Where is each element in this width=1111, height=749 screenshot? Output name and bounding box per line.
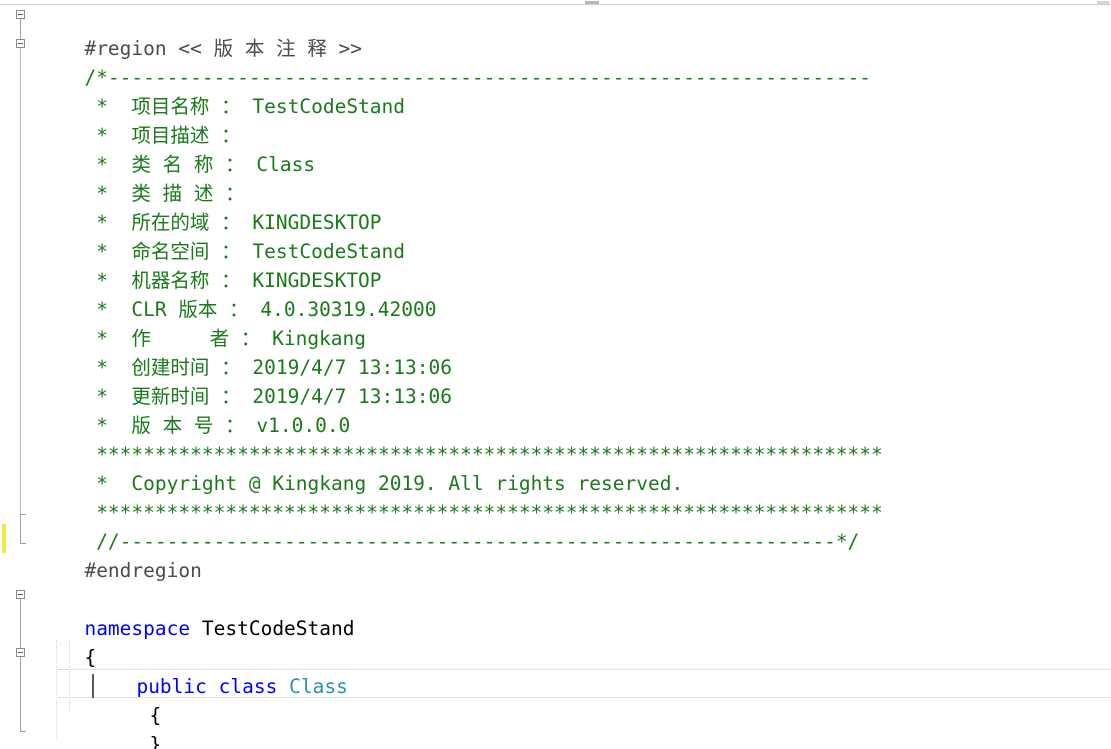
change-bar-gutter [0,5,14,749]
code-line-13[interactable]: * 更新时间 ： 2019/4/7 13:13:06 [14,353,452,408]
code-line-12[interactable]: * 创建时间 ： 2019/4/7 13:13:06 [14,324,452,379]
class-close-brace: } [149,733,162,749]
code-line-6[interactable]: * 类 描 述 ： [14,150,244,205]
code-line-16[interactable]: * Copyright @ Kingkang 2019. All rights … [14,440,683,495]
text-caret [92,674,94,698]
endregion-directive: #endregion [84,559,202,582]
code-line-3[interactable]: * 项目名称 ： TestCodeStand [14,63,405,118]
code-line-11[interactable]: * 作 者 ： Kingkang [14,295,366,350]
code-line-8[interactable]: * 命名空间 ： TestCodeStand [14,208,405,263]
comment-field-value-class-name: Class [244,153,316,176]
comment-field-value-project-name: TestCodeStand [240,95,406,118]
code-line-1[interactable]: #region << 版 本 注 释 >> [14,5,362,60]
code-line-15[interactable]: ****************************************… [14,411,883,466]
code-line-24[interactable]: { [14,672,161,727]
code-line-10[interactable]: * CLR 版本 ： 4.0.30319.42000 [14,266,436,321]
code-line-23[interactable]: public class Class [14,643,347,698]
class-keyword: class [218,675,278,698]
code-line-5[interactable]: * 类 名 称 ： Class [14,121,315,176]
code-line-21[interactable]: namespace TestCodeStand [14,585,354,640]
unsaved-change-marker [2,524,6,553]
code-line-4[interactable]: * 项目描述 ： [14,92,240,147]
code-line-17[interactable]: ****************************************… [14,469,883,524]
code-line-26[interactable]: } [14,730,96,749]
code-editor-surface[interactable]: #region << 版 本 注 释 >> /*----------------… [0,0,1111,749]
namespace-name: TestCodeStand [201,617,355,640]
class-name: Class [289,675,348,698]
code-line-7[interactable]: * 所在的域 ： KINGDESKTOP [14,179,381,234]
code-line-14[interactable]: * 版 本 号 ： v1.0.0.0 [14,382,350,437]
code-text-area[interactable]: #region << 版 本 注 释 >> /*----------------… [14,5,1111,749]
code-line-9[interactable]: * 机器名称 ： KINGDESKTOP [14,237,381,292]
code-line-22[interactable]: { [14,614,96,669]
code-line-18[interactable]: //--------------------------------------… [14,498,859,553]
vertical-scroll-thumb[interactable] [1097,1,1109,4]
code-line-2[interactable]: /*--------------------------------------… [14,34,871,89]
code-line-19[interactable]: #endregion [14,527,201,582]
horizontal-scroll-thumb[interactable] [585,1,599,4]
namespace-keyword: namespace [84,617,191,640]
code-line-25[interactable]: } [14,701,161,749]
